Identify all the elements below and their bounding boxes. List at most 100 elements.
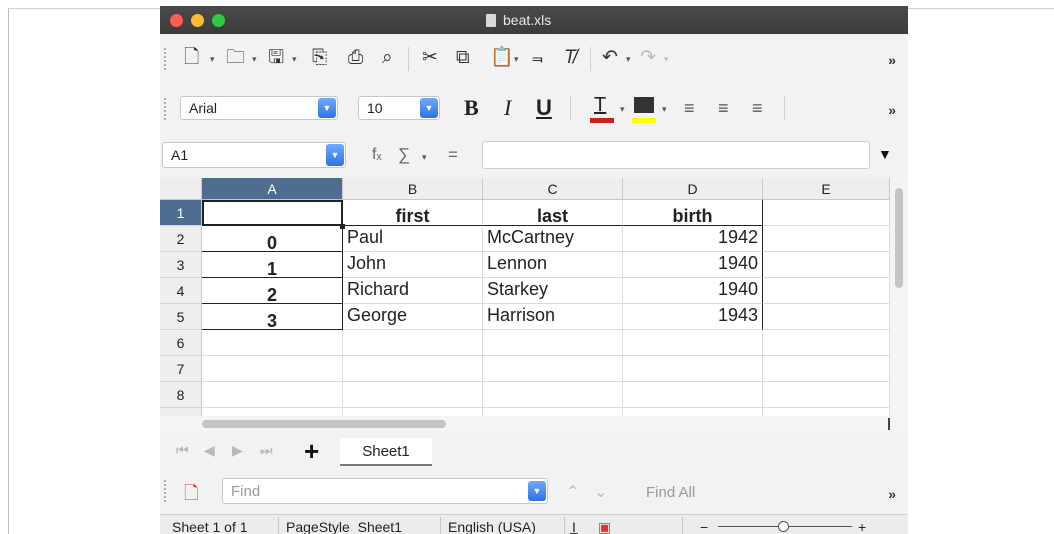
zoom-slider-thumb[interactable] [778, 521, 789, 532]
cell-d4[interactable]: 1940 [623, 278, 763, 304]
next-sheet-icon[interactable]: ▶ [232, 442, 243, 459]
find-all-button[interactable]: Find All [646, 484, 695, 501]
new-document-icon[interactable]: 🗋 [184, 48, 199, 67]
standard-toolbar-overflow-icon[interactable]: » [888, 52, 896, 68]
minimize-window-button[interactable] [191, 14, 204, 27]
find-input[interactable]: Find [222, 478, 548, 504]
highlight-color-icon[interactable] [634, 97, 654, 113]
maximize-window-button[interactable] [212, 14, 225, 27]
horizontal-scroll-thumb[interactable] [202, 420, 446, 428]
insert-mode-icon[interactable]: I̲ [572, 519, 576, 534]
clone-formatting-icon[interactable]: ⫬ [532, 48, 543, 67]
find-next-icon[interactable]: ⌄ [594, 482, 607, 502]
font-size-combo[interactable]: 10 ▼ [358, 96, 440, 120]
cell-d1[interactable]: birth [623, 200, 763, 226]
grid-cell[interactable] [483, 330, 623, 356]
undo-dropdown-icon[interactable]: ▾ [626, 54, 631, 65]
cell-d5[interactable]: 1943 [623, 304, 763, 330]
find-history-dropdown-icon[interactable]: ▼ [528, 481, 546, 501]
formula-input[interactable] [482, 141, 870, 169]
page-style-status[interactable]: PageStyle_Sheet1 [286, 519, 402, 534]
select-all-corner[interactable] [160, 178, 202, 200]
toolbar-grip[interactable] [164, 98, 166, 120]
font-name-combo[interactable]: Arial ▼ [180, 96, 338, 120]
zoom-in-button[interactable]: + [858, 519, 866, 534]
grid-cell[interactable] [483, 408, 623, 416]
grid-cell[interactable] [202, 408, 343, 416]
close-find-bar-icon[interactable]: 🗋 [184, 481, 198, 511]
undo-icon[interactable]: ↶ [602, 48, 618, 67]
open-dropdown-icon[interactable]: ▾ [252, 54, 257, 65]
open-folder-icon[interactable]: 🗀 [226, 48, 245, 67]
font-size-dropdown-icon[interactable]: ▼ [420, 98, 438, 118]
cell-c5[interactable]: Harrison [483, 304, 623, 330]
cut-icon[interactable]: ✂ [422, 48, 438, 67]
grid-cell[interactable] [343, 356, 483, 382]
fill-handle[interactable] [340, 224, 345, 229]
redo-dropdown-icon[interactable]: ▾ [664, 54, 669, 65]
grid-cell[interactable] [763, 382, 890, 408]
toolbar-grip[interactable] [164, 48, 166, 70]
cell-d2[interactable]: 1942 [623, 226, 763, 252]
align-right-icon[interactable]: ≡ [752, 99, 763, 117]
export-pdf-icon[interactable]: ⎘ [312, 48, 327, 67]
cell-e1[interactable] [763, 200, 890, 226]
previous-sheet-icon[interactable]: ◀ [204, 442, 215, 459]
sum-icon[interactable]: ∑ [398, 145, 410, 165]
language-status[interactable]: English (USA) [448, 519, 536, 534]
grid-cell[interactable] [623, 408, 763, 416]
font-name-dropdown-icon[interactable]: ▼ [318, 98, 336, 118]
close-window-button[interactable] [170, 14, 183, 27]
first-sheet-icon[interactable]: ⏮ [176, 442, 189, 459]
highlight-dropdown-icon[interactable]: ▾ [662, 104, 667, 115]
grid-cell[interactable] [202, 330, 343, 356]
formula-equals-icon[interactable]: = [448, 145, 458, 165]
column-header-c[interactable]: C [483, 178, 623, 200]
row-header-1[interactable]: 1 [160, 200, 202, 226]
grid-cell[interactable] [763, 330, 890, 356]
bold-icon[interactable]: B [464, 97, 479, 119]
paste-icon[interactable]: 📋 [490, 48, 514, 67]
grid-cell[interactable] [202, 356, 343, 382]
paste-dropdown-icon[interactable]: ▾ [514, 54, 519, 65]
column-header-d[interactable]: D [623, 178, 763, 200]
row-header-5[interactable]: 5 [160, 304, 202, 330]
cell-b4[interactable]: Richard [343, 278, 483, 304]
grid-cell[interactable] [623, 330, 763, 356]
row-header-2[interactable]: 2 [160, 226, 202, 252]
tab-sheet1[interactable]: Sheet1 [340, 438, 432, 466]
cell-a1[interactable] [202, 200, 343, 226]
row-header-3[interactable]: 3 [160, 252, 202, 278]
grid-cell[interactable] [623, 356, 763, 382]
column-header-b[interactable]: B [343, 178, 483, 200]
grid-cell[interactable] [343, 330, 483, 356]
cell-a3[interactable]: 1 [202, 252, 343, 278]
scrollbar-splitter[interactable] [888, 418, 890, 430]
copy-icon[interactable]: ⧉ [456, 48, 470, 67]
font-color-dropdown-icon[interactable]: ▾ [620, 104, 625, 115]
find-toolbar-overflow-icon[interactable]: » [888, 486, 896, 502]
cell-b5[interactable]: George [343, 304, 483, 330]
grid-cell[interactable] [202, 382, 343, 408]
grid-cell[interactable] [483, 356, 623, 382]
toolbar-grip[interactable] [164, 480, 166, 502]
underline-icon[interactable]: U [536, 97, 552, 119]
row-header-9[interactable] [160, 408, 202, 416]
row-header-7[interactable]: 7 [160, 356, 202, 382]
spreadsheet-grid[interactable]: A B C D E 1 2 3 4 5 6 7 8 first last bir… [160, 178, 890, 416]
cell-d3[interactable]: 1940 [623, 252, 763, 278]
cell-c2[interactable]: McCartney [483, 226, 623, 252]
align-center-icon[interactable]: ≡ [718, 99, 729, 117]
zoom-out-button[interactable]: − [700, 519, 708, 534]
column-header-e[interactable]: E [763, 178, 890, 200]
add-sheet-icon[interactable]: + [304, 436, 319, 467]
grid-cell[interactable] [763, 408, 890, 416]
redo-icon[interactable]: ↷ [640, 48, 656, 67]
save-icon[interactable]: 🖫 [268, 48, 284, 67]
save-dropdown-icon[interactable]: ▾ [292, 54, 297, 65]
cell-a5[interactable]: 3 [202, 304, 343, 330]
row-header-6[interactable]: 6 [160, 330, 202, 356]
grid-cell[interactable] [483, 382, 623, 408]
grid-cell[interactable] [343, 382, 483, 408]
horizontal-scrollbar[interactable] [160, 416, 908, 432]
